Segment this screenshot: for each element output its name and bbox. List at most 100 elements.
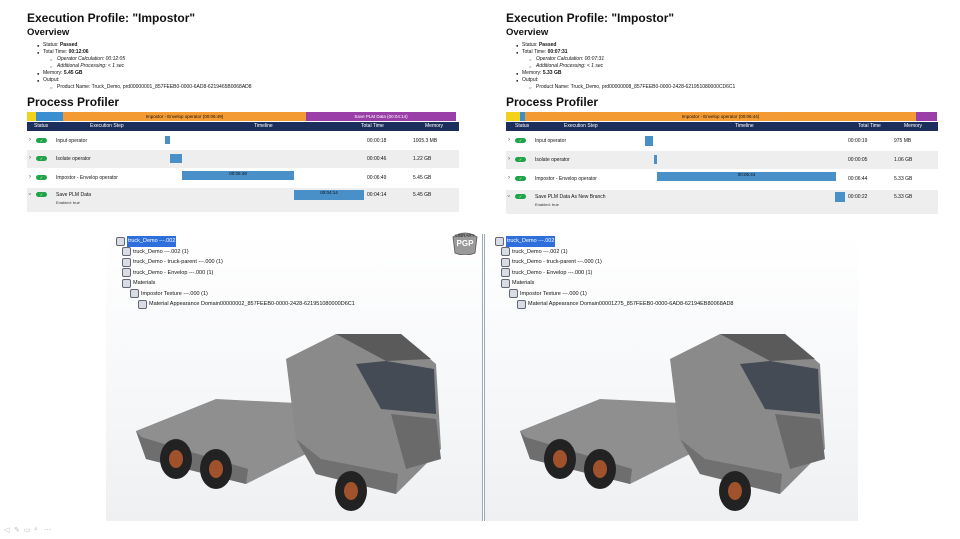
tree-node-materials[interactable]: Materials: [495, 278, 733, 289]
step-name: Input operator: [535, 138, 567, 144]
timeline-segment-isolate[interactable]: [36, 112, 63, 121]
timeline-segment-save[interactable]: Save PLM Data (00:04:14): [306, 112, 456, 121]
chevron-down-icon[interactable]: ›: [26, 193, 32, 195]
header-total-time: Total Time: [361, 123, 384, 129]
status-item: Status: Passed: [37, 42, 459, 49]
memory-value: 975 MB: [894, 138, 912, 144]
library-pgp-badge[interactable]: LIBRARY PGP: [451, 231, 479, 256]
tree-node-materials[interactable]: Materials: [116, 278, 355, 289]
chevron-right-icon[interactable]: ›: [508, 175, 510, 181]
chevron-right-icon[interactable]: ›: [29, 155, 31, 161]
table-row[interactable]: › ✓ Isolate operator 00:00:46 1.22 GB: [27, 150, 459, 168]
timeline-bar: [835, 192, 845, 202]
total-time-value: 00:00:22: [848, 194, 868, 200]
check-icon: ✓: [36, 175, 47, 180]
slides-icon[interactable]: ▭: [24, 526, 31, 534]
chevron-right-icon[interactable]: ›: [29, 174, 31, 180]
tree-node[interactable]: Material Appearance Domain00000002_857FE…: [116, 299, 355, 310]
timeline-segment-envelop[interactable]: Impostor - Envelop operator (00:06:44): [525, 112, 916, 121]
tree-node[interactable]: truck_Demo - Envelop ---.000 (1): [495, 268, 733, 279]
table-row[interactable]: › ✓ Impostor - Envelop operator 00:06:44…: [506, 169, 938, 190]
more-options-icon[interactable]: ⋯: [44, 526, 51, 534]
overview-list: Status: Passed Total Time: 00:07:31 Oper…: [506, 42, 938, 91]
timeline-bar: 00:04:14: [294, 190, 364, 200]
check-icon: ✓: [36, 138, 47, 143]
total-time-value: 00:00:46: [367, 156, 387, 162]
tree-node[interactable]: truck_Demo ---.002 (1): [116, 247, 355, 258]
texture-icon: [509, 289, 518, 299]
material-icon: [138, 299, 147, 309]
status-item: Status: Passed: [516, 42, 938, 49]
process-profiler-title: Process Profiler: [506, 95, 599, 109]
header-timeline: Timeline: [254, 123, 273, 129]
table-row[interactable]: › ✓ Save PLM Data As New Branch Enabled:…: [505, 190, 938, 214]
product-tree: truck_Demo ---.002 truck_Demo ---.002 (1…: [495, 236, 733, 310]
header-timeline: Timeline: [735, 123, 754, 129]
operator-calculation-item: Operator Calculation: 00:12:05: [37, 56, 459, 63]
chevron-right-icon[interactable]: ›: [29, 137, 31, 143]
pen-icon[interactable]: ✎: [14, 526, 20, 534]
header-status: Status: [34, 123, 49, 129]
step-name: Isolate operator: [56, 156, 91, 162]
part-icon: [501, 257, 510, 267]
timeline-segment-save[interactable]: [916, 112, 937, 121]
table-row[interactable]: › ✓ Isolate operator 00:00:05 1.06 GB: [506, 151, 938, 169]
tree-node[interactable]: truck_Demo ---.002 (1): [495, 247, 733, 258]
right-3d-viewer[interactable]: truck_Demo ---.002 truck_Demo ---.002 (1…: [484, 234, 858, 521]
total-time-item: Total Time: 00:07:31: [516, 49, 938, 56]
timeline-bar: [645, 136, 653, 146]
profiler-table-header: Status Execution Step Timeline Total Tim…: [506, 122, 938, 131]
step-name: Save PLM Data As New Branch: [535, 194, 606, 200]
output-item: Output:: [516, 77, 938, 84]
check-icon: ✓: [36, 192, 47, 197]
tree-node[interactable]: Impostor Texture ---.000 (1): [116, 289, 355, 300]
folder-icon: [501, 278, 510, 288]
tree-node[interactable]: truck_Demo - truck-parent ---.000 (1): [116, 257, 355, 268]
timeline-segment-input[interactable]: [27, 112, 36, 121]
part-icon: [122, 247, 131, 257]
timeline-segment-input[interactable]: [506, 112, 520, 121]
header-status: Status: [515, 123, 530, 129]
timeline-segment-envelop[interactable]: Impostor - Envelop operator (00:06:49): [63, 112, 306, 121]
memory-value: 1.22 GB: [413, 156, 432, 162]
process-timeline-bar: Impostor - Envelop operator (00:06:44): [506, 112, 938, 121]
total-time-value: 00:00:05: [848, 157, 868, 163]
part-icon: [122, 257, 131, 267]
total-time-value: 00:00:18: [367, 138, 387, 144]
badge-line2: PGP: [457, 239, 475, 248]
tree-node[interactable]: Impostor Texture ---.000 (1): [495, 289, 733, 300]
chevron-down-icon[interactable]: ›: [505, 195, 511, 197]
step-name: Save PLM Data: [56, 192, 92, 198]
timeline-bar: 00:06:49: [182, 171, 294, 180]
zoom-icon[interactable]: ⌕: [34, 526, 38, 534]
tree-node-root[interactable]: truck_Demo ---.002: [116, 236, 355, 247]
tree-node[interactable]: truck_Demo - Envelop ---.000 (1): [116, 268, 355, 279]
previous-icon[interactable]: ◁: [4, 526, 9, 534]
left-3d-viewer[interactable]: truck_Demo ---.002 truck_Demo ---.002 (1…: [106, 234, 483, 521]
timeline-bar: [170, 154, 182, 163]
slide-controls-strip: ◁ ✎ ▭ ⌕ ⋯: [0, 521, 960, 539]
operator-calculation-item: Operator Calculation: 00:07:31: [516, 56, 938, 63]
tree-node-root[interactable]: truck_Demo ---.002: [495, 236, 733, 247]
chevron-right-icon[interactable]: ›: [508, 156, 510, 162]
enabled-label: Enabled: true: [535, 202, 559, 207]
tree-node[interactable]: Material Appearance Domain00001Z75_857FE…: [495, 299, 733, 310]
part-icon: [501, 268, 510, 278]
table-row[interactable]: › ✓ Impostor - Envelop operator 00:06:49…: [27, 168, 459, 188]
header-memory: Memory: [425, 123, 444, 129]
table-row[interactable]: › ✓ Save PLM Data Enabled: true 00:04:14…: [26, 188, 459, 212]
memory-item: Memory: 5.45 GB: [37, 70, 459, 77]
memory-item: Memory: 5.33 GB: [516, 70, 938, 77]
table-row[interactable]: › ✓ Input operator 00:00:19 975 MB: [506, 131, 938, 151]
header-execution-step: Execution Step: [564, 123, 598, 129]
tree-node[interactable]: truck_Demo - truck-parent ---.000 (1): [495, 257, 733, 268]
part-icon: [122, 268, 131, 278]
step-name: Impostor - Envelop operator: [535, 176, 597, 182]
process-timeline-bar: Impostor - Envelop operator (00:06:49) S…: [27, 112, 459, 121]
product-tree: truck_Demo ---.002 truck_Demo ---.002 (1…: [116, 236, 355, 310]
table-row[interactable]: › ✓ Input operator 00:00:18 1005.3 MB: [27, 131, 459, 150]
profiler-table-header: Status Execution Step Timeline Total Tim…: [27, 122, 459, 131]
chevron-right-icon[interactable]: ›: [508, 137, 510, 143]
product-icon: [495, 236, 504, 246]
texture-icon: [130, 289, 139, 299]
